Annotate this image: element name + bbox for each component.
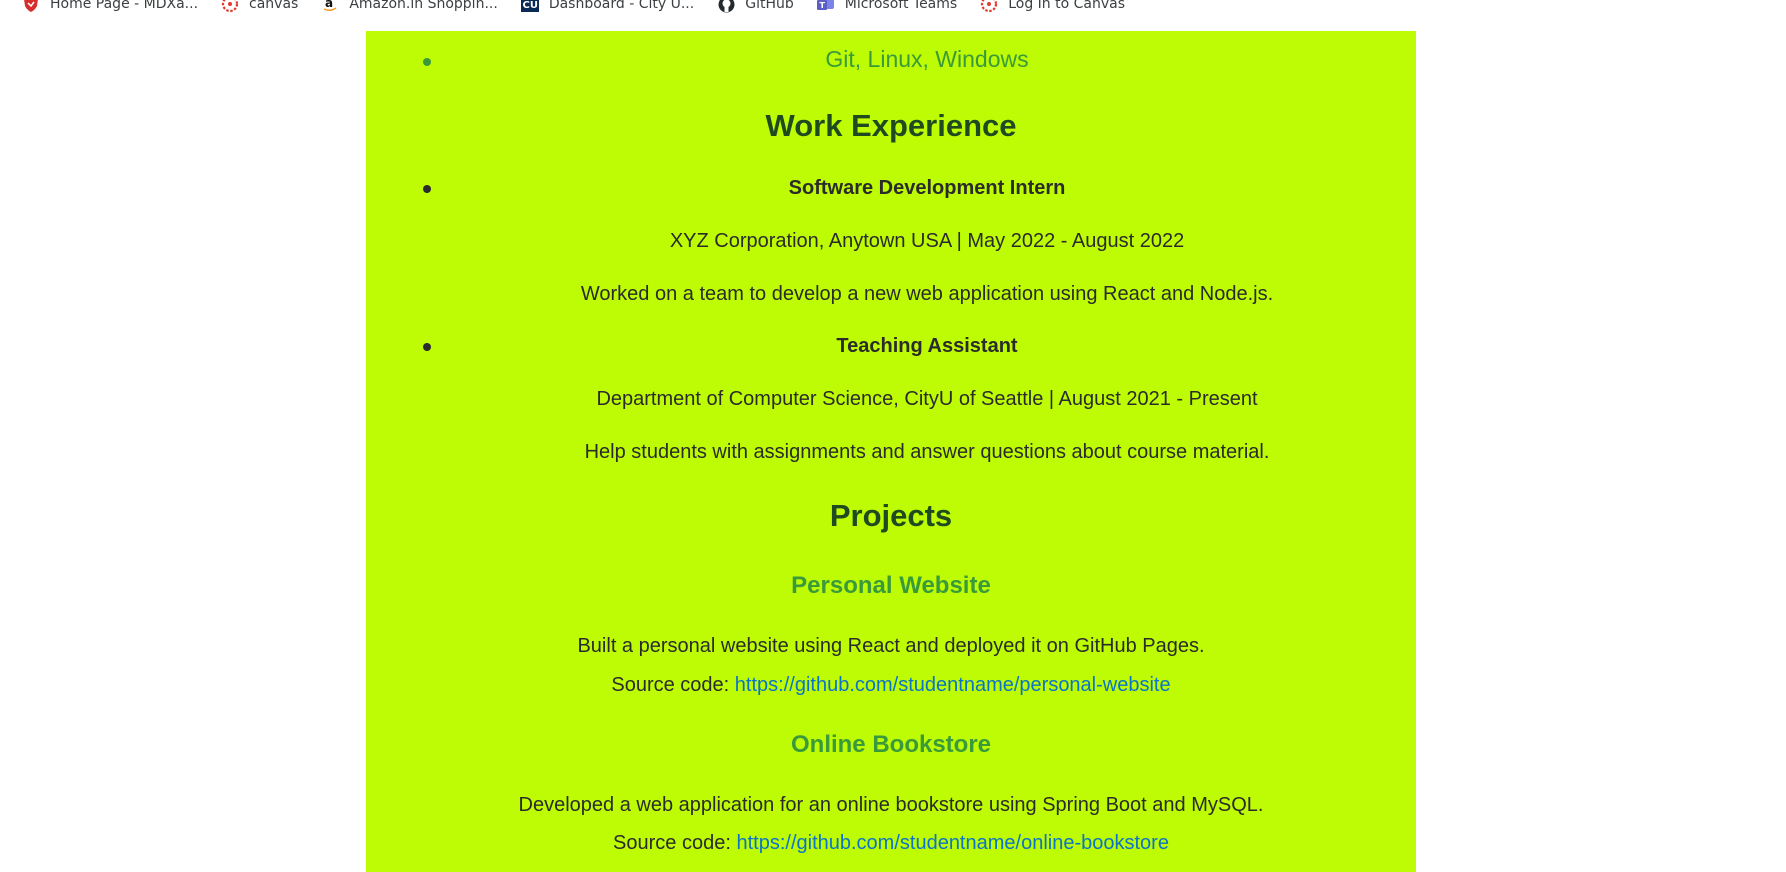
bookmark-amazon[interactable]: a Amazon.in Shoppin... bbox=[321, 0, 498, 13]
source-code-label: Source code: bbox=[613, 832, 737, 854]
shield-icon bbox=[22, 0, 40, 13]
bullet bbox=[423, 58, 431, 66]
project-source-link[interactable]: https://github.com/studentname/personal-… bbox=[735, 674, 1171, 696]
bookmark-label: canvas bbox=[249, 0, 299, 12]
job-description: Worked on a team to develop a new web ap… bbox=[580, 283, 1274, 305]
job-item: Teaching Assistant bbox=[366, 335, 1416, 359]
skills-text: Git, Linux, Windows bbox=[825, 46, 1029, 72]
job-item: Software Development Intern bbox=[366, 177, 1416, 201]
bookmark-label: GitHub bbox=[745, 0, 794, 12]
project-source-line: Source code: https://github.com/studentn… bbox=[366, 674, 1416, 697]
source-code-label: Source code: bbox=[611, 674, 735, 696]
svg-text:T: T bbox=[819, 1, 825, 10]
teams-icon: T bbox=[816, 0, 835, 13]
amazon-icon: a bbox=[321, 0, 339, 13]
bookmark-log-in-canvas[interactable]: Log In to Canvas bbox=[980, 0, 1125, 13]
bullet bbox=[423, 185, 431, 193]
bookmark-label: Log In to Canvas bbox=[1008, 0, 1126, 12]
bullet bbox=[423, 343, 431, 351]
bookmark-label: Dashboard - City U... bbox=[548, 0, 695, 12]
bookmark-canvas[interactable]: canvas bbox=[221, 0, 298, 13]
svg-text:a: a bbox=[325, 0, 333, 10]
bookmark-label: Microsoft Teams bbox=[844, 0, 958, 12]
project-source-link[interactable]: https://github.com/studentname/online-bo… bbox=[736, 832, 1168, 854]
work-experience-heading: Work Experience bbox=[765, 108, 1017, 143]
job-title: Software Development Intern bbox=[788, 177, 1066, 199]
github-icon bbox=[717, 0, 735, 13]
skills-list-item: Git, Linux, Windows bbox=[366, 46, 1416, 76]
bookmark-home-page[interactable]: Home Page - MDXa... bbox=[22, 0, 198, 13]
job-meta: Department of Computer Science, CityU of… bbox=[596, 388, 1258, 410]
bookmarks-bar: Home Page - MDXa... canvas a Amazon.in S… bbox=[0, 0, 1786, 17]
job-title: Teaching Assistant bbox=[836, 335, 1018, 357]
cu-icon: CU bbox=[520, 0, 539, 13]
svg-text:CU: CU bbox=[522, 0, 537, 11]
resume-content: Git, Linux, Windows Work Experience Soft… bbox=[366, 31, 1416, 872]
job-meta: XYZ Corporation, Anytown USA | May 2022 … bbox=[669, 230, 1185, 252]
projects-heading: Projects bbox=[829, 498, 953, 533]
bookmark-dashboard[interactable]: CU Dashboard - City U... bbox=[520, 0, 695, 13]
job-description: Help students with assignments and answe… bbox=[584, 441, 1270, 463]
bookmark-label: Home Page - MDXa... bbox=[50, 0, 199, 12]
bookmark-label: Amazon.in Shoppin... bbox=[349, 0, 498, 12]
project-title: Personal Website bbox=[791, 572, 991, 599]
canvas-icon bbox=[980, 0, 998, 13]
project-description: Developed a web application for an onlin… bbox=[518, 794, 1264, 816]
canvas-icon bbox=[221, 0, 239, 13]
project-title: Online Bookstore bbox=[790, 731, 992, 758]
bookmark-github[interactable]: GitHub bbox=[717, 0, 794, 13]
project-description: Built a personal website using React and… bbox=[577, 635, 1205, 657]
bookmark-teams[interactable]: T Microsoft Teams bbox=[816, 0, 958, 13]
project-source-line: Source code: https://github.com/studentn… bbox=[366, 832, 1416, 855]
